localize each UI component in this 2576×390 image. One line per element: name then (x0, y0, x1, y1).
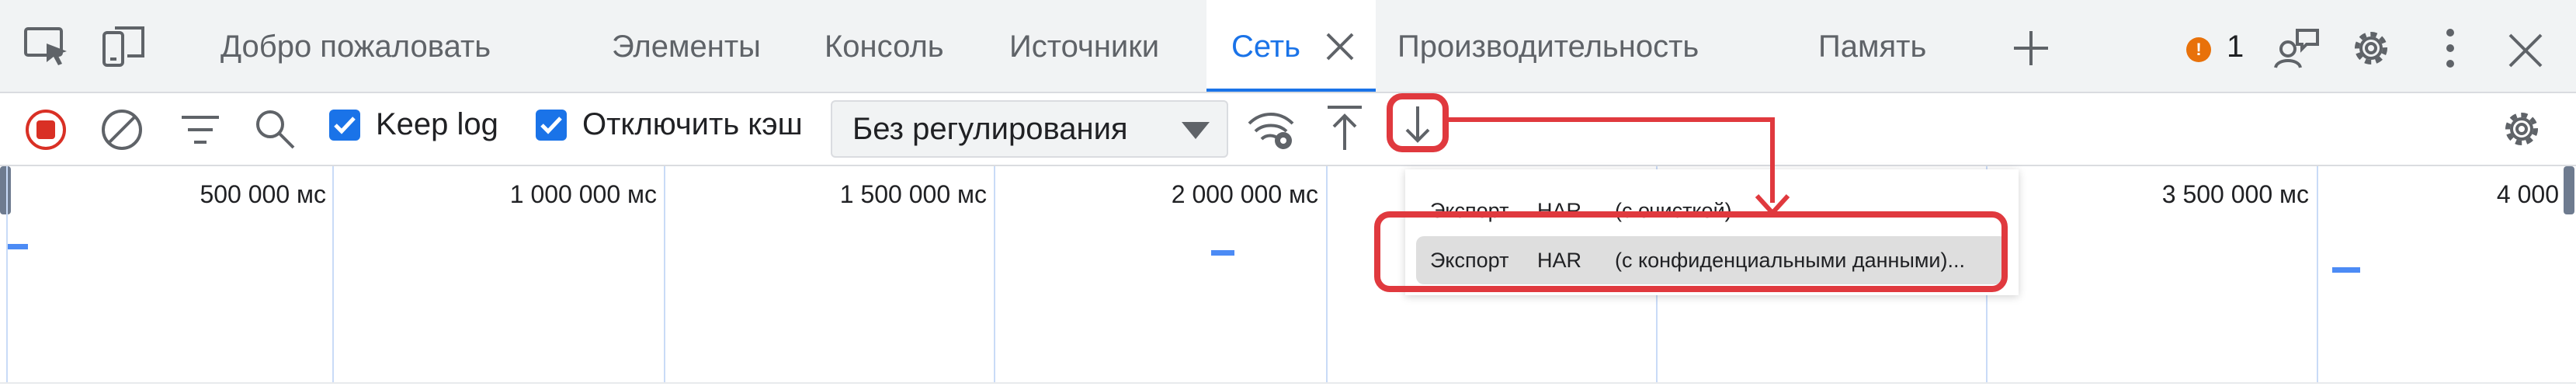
clear-icon[interactable] (99, 107, 144, 152)
request-bar (2332, 267, 2360, 273)
upload-icon[interactable] (1324, 104, 1365, 152)
grid-line (1326, 166, 1328, 382)
kebab-menu-icon[interactable] (2439, 26, 2461, 70)
annotation-connector (1447, 117, 1775, 122)
issues-badge-icon[interactable]: ! (2186, 37, 2211, 62)
dropdown-arrow-icon (1182, 122, 1210, 139)
keep-log-checkbox[interactable]: Keep log (329, 107, 498, 142)
inspect-element-icon[interactable] (17, 23, 76, 70)
grid-line (6, 166, 8, 382)
search-icon[interactable] (253, 107, 297, 151)
devtools-tab-bar: Добро пожаловать Элементы Консоль Источн… (0, 0, 2576, 93)
time-tick-label: 500 000 мс (200, 180, 326, 208)
export-sensitive-highlight (1374, 211, 2008, 292)
close-devtools-icon[interactable] (2506, 31, 2545, 70)
timeline-bottom-border (0, 382, 2576, 384)
grid-line (994, 166, 995, 382)
timeline-left-handle[interactable] (0, 166, 11, 214)
plus-icon[interactable] (2011, 28, 2051, 68)
close-icon[interactable] (1324, 31, 1356, 62)
request-bar (1211, 250, 1234, 256)
filter-icon[interactable] (179, 112, 222, 148)
tab-network[interactable]: Сеть (1206, 0, 1376, 93)
feedback-icon[interactable] (2273, 26, 2320, 70)
checkmark-icon (329, 109, 360, 141)
network-settings-gear-icon[interactable] (2498, 106, 2545, 152)
gear-icon[interactable] (2348, 25, 2394, 71)
checkmark-icon (536, 109, 567, 141)
device-toolbar-icon[interactable] (98, 23, 151, 70)
time-tick-label: 1 500 000 мс (839, 180, 987, 208)
issues-count[interactable]: 1 (2227, 30, 2244, 64)
tab-sources[interactable]: Источники (1009, 0, 1159, 93)
network-toolbar: Keep log Отключить кэш Без регулирования (0, 93, 2576, 166)
tab-console[interactable]: Консоль (825, 0, 944, 93)
grid-line (332, 166, 334, 382)
wifi-gear-icon[interactable] (1245, 106, 1297, 152)
time-tick-label: 4 000 (2496, 180, 2559, 208)
network-overview-timeline[interactable]: 500 000 мс 1 000 000 мс 1 500 000 мс 2 0… (0, 166, 2576, 390)
timeline-right-handle[interactable] (2564, 166, 2574, 214)
tab-elements[interactable]: Элементы (612, 0, 761, 93)
throttling-select[interactable]: Без регулирования (831, 100, 1228, 158)
disable-cache-checkbox[interactable]: Отключить кэш (536, 107, 803, 142)
tab-memory[interactable]: Память (1818, 0, 1926, 93)
record-stop-icon[interactable] (23, 107, 68, 152)
time-tick-label: 2 000 000 мс (1171, 180, 1318, 208)
grid-line (2317, 166, 2318, 382)
grid-line (664, 166, 665, 382)
tab-welcome[interactable]: Добро пожаловать (220, 0, 491, 93)
tab-performance[interactable]: Производительность (1397, 0, 1699, 93)
request-bar (8, 244, 28, 249)
download-button-highlight (1387, 93, 1449, 152)
time-tick-label: 3 500 000 мс (2161, 180, 2309, 208)
annotation-connector (1770, 117, 1775, 203)
time-tick-label: 1 000 000 мс (509, 180, 657, 208)
